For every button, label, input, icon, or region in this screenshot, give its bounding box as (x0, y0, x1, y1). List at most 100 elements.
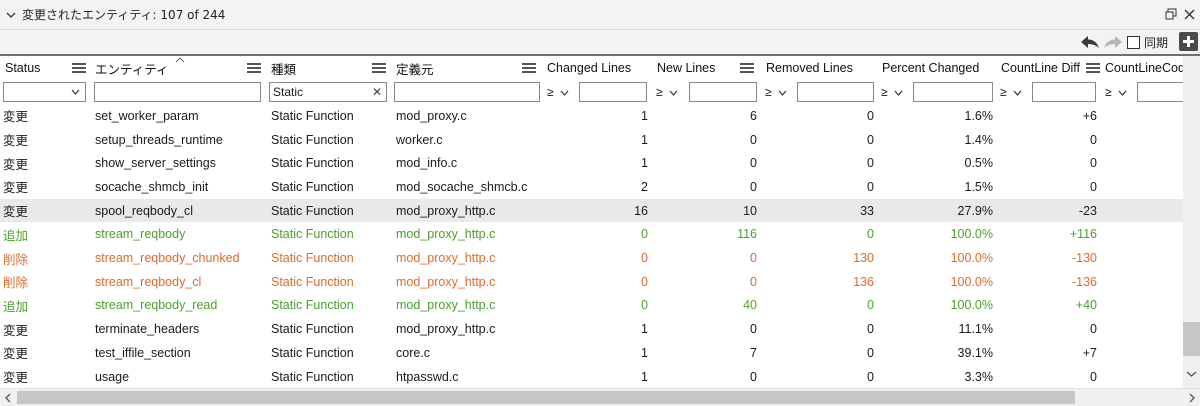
column-menu-icon[interactable] (372, 63, 386, 73)
entity-filter-input[interactable] (94, 82, 261, 102)
cell-removed-lines: 0 (867, 156, 874, 171)
column-header-defined-in[interactable]: 定義元 (391, 56, 541, 80)
changed-lines-filter-input[interactable] (579, 82, 647, 102)
scroll-right-arrow-icon[interactable] (1188, 393, 1196, 403)
add-icon[interactable] (1179, 32, 1198, 51)
column-header-countlinecode[interactable]: CountLineCode (1100, 56, 1183, 80)
cell-entity: show_server_settings (95, 156, 216, 171)
column-header-percent-changed[interactable]: Percent Changed (877, 56, 995, 80)
scroll-left-arrow-icon[interactable] (4, 393, 12, 403)
chevron-down-icon (1013, 85, 1022, 99)
cell-changed-lines: 1 (641, 322, 648, 337)
close-icon[interactable] (1182, 7, 1196, 21)
collapse-chevron-icon[interactable] (6, 10, 16, 20)
cell-defined-in: mod_proxy_http.c (396, 274, 496, 289)
cell-defined-in: worker.c (396, 132, 443, 147)
status-filter-select[interactable] (3, 82, 86, 102)
cell-percent-changed: 27.9% (957, 203, 993, 218)
cell-entity: terminate_headers (95, 322, 200, 337)
table-row[interactable]: 追加 stream_reqbody_read Static Function mod_… (0, 294, 1183, 318)
cell-kind: Static Function (271, 227, 354, 242)
table-row[interactable]: 変更 usage Static Function htpasswd.c 1 0 0 3.3% 0 (0, 365, 1183, 388)
operator-symbol: ≥ (765, 85, 772, 99)
table-row[interactable]: 変更 spool_reqbody_cl Static Function mod_pro… (0, 198, 1183, 223)
column-header-removed-lines[interactable]: Removed Lines (761, 56, 877, 80)
cell-removed-lines: 0 (867, 179, 874, 194)
table-row[interactable]: 削除 stream_reqbody_cl Static Function mod_pr… (0, 270, 1183, 294)
table-row[interactable]: 変更 test_iffile_section Static Function core… (0, 341, 1183, 365)
cell-status: 変更 (3, 110, 29, 125)
table-row[interactable]: 変更 socache_shmcb_init Static Function mod_s… (0, 175, 1183, 199)
percent-changed-operator-select[interactable]: ≥ (879, 82, 911, 102)
cell-new-lines: 40 (743, 298, 757, 313)
table-row[interactable]: 削除 stream_reqbody_chunked Static Function m… (0, 246, 1183, 270)
cell-percent-changed: 1.5% (964, 179, 994, 194)
cell-status: 削除 (3, 276, 29, 291)
cell-status: 変更 (3, 347, 29, 362)
kind-filter-input[interactable]: Static ✕ (269, 82, 387, 102)
table-row[interactable]: 変更 set_worker_param Static Function mod_pro… (0, 104, 1183, 128)
back-arrow-icon[interactable] (1080, 33, 1100, 51)
cell-kind: Static Function (271, 345, 354, 360)
countlinecode-operator-select[interactable]: ≥ (1103, 82, 1135, 102)
percent-changed-filter-input[interactable] (913, 82, 993, 102)
cell-new-lines: 0 (750, 156, 757, 171)
sync-checkbox[interactable] (1127, 36, 1140, 49)
cell-status: 削除 (3, 252, 29, 267)
column-header-label: New Lines (657, 61, 716, 75)
cell-countline-diff: 0 (1090, 156, 1097, 171)
cell-new-lines: 6 (750, 108, 757, 123)
cell-entity: stream_reqbody (95, 227, 186, 242)
column-menu-icon[interactable] (247, 63, 261, 73)
cell-changed-lines: 0 (641, 251, 648, 266)
scroll-down-arrow-icon[interactable] (1186, 370, 1197, 378)
cell-status: 変更 (3, 181, 29, 196)
column-header-changed-lines[interactable]: Changed Lines (542, 56, 650, 80)
removed-lines-operator-select[interactable]: ≥ (763, 82, 795, 102)
table-row[interactable]: 変更 show_server_settings Static Function mod… (0, 151, 1183, 175)
column-menu-icon[interactable] (522, 63, 536, 73)
cell-percent-changed: 39.1% (957, 345, 993, 360)
countlinecode-filter-input[interactable] (1137, 82, 1183, 102)
clear-filter-icon[interactable]: ✕ (372, 85, 382, 99)
removed-lines-filter-input[interactable] (797, 82, 874, 102)
cell-percent-changed: 3.3% (964, 369, 994, 384)
cell-countline-diff: +7 (1082, 345, 1097, 360)
cell-removed-lines: 0 (867, 345, 874, 360)
restore-window-icon[interactable] (1164, 7, 1178, 21)
panel-title-bar: 変更されたエンティティ: 107 of 244 (0, 0, 1200, 30)
operator-symbol: ≥ (656, 85, 663, 99)
cell-countline-diff: +6 (1082, 108, 1097, 123)
operator-symbol: ≥ (1000, 85, 1007, 99)
cell-entity: stream_reqbody_read (95, 298, 218, 313)
column-header-label: CountLine Diff (1001, 61, 1080, 75)
cell-entity: stream_reqbody_chunked (95, 251, 240, 266)
cell-changed-lines: 1 (641, 369, 648, 384)
cell-removed-lines: 0 (867, 298, 874, 313)
countline-diff-operator-select[interactable]: ≥ (998, 82, 1030, 102)
countline-diff-filter-input[interactable] (1032, 82, 1096, 102)
column-header-label: 定義元 (396, 62, 434, 77)
forward-arrow-icon[interactable] (1103, 33, 1123, 51)
table-row[interactable]: 追加 stream_reqbody Static Function mod_proxy… (0, 223, 1183, 247)
cell-changed-lines: 16 (634, 203, 648, 218)
horizontal-scroll-thumb[interactable] (17, 391, 1075, 404)
cell-new-lines: 0 (750, 369, 757, 384)
column-menu-icon[interactable] (740, 63, 754, 73)
sync-toggle[interactable]: 同期 (1127, 34, 1168, 51)
table-row[interactable]: 変更 setup_threads_runtime Static Function wo… (0, 128, 1183, 152)
cell-defined-in: mod_socache_shmcb.c (396, 179, 528, 194)
table-row[interactable]: 変更 terminate_headers Static Function mod_pr… (0, 317, 1183, 341)
cell-kind: Static Function (271, 132, 354, 147)
column-header-countline-diff[interactable]: CountLine Diff (996, 56, 1099, 80)
defined-in-filter-input[interactable] (394, 82, 540, 102)
cell-new-lines: 0 (750, 251, 757, 266)
changed-lines-operator-select[interactable]: ≥ (545, 82, 577, 102)
column-menu-icon[interactable] (1086, 63, 1100, 73)
column-menu-icon[interactable] (72, 63, 86, 73)
new-lines-filter-input[interactable] (689, 82, 757, 102)
cell-status: 変更 (3, 157, 29, 172)
new-lines-operator-select[interactable]: ≥ (654, 82, 686, 102)
cell-kind: Static Function (271, 179, 354, 194)
vertical-scroll-thumb[interactable] (1183, 322, 1200, 356)
